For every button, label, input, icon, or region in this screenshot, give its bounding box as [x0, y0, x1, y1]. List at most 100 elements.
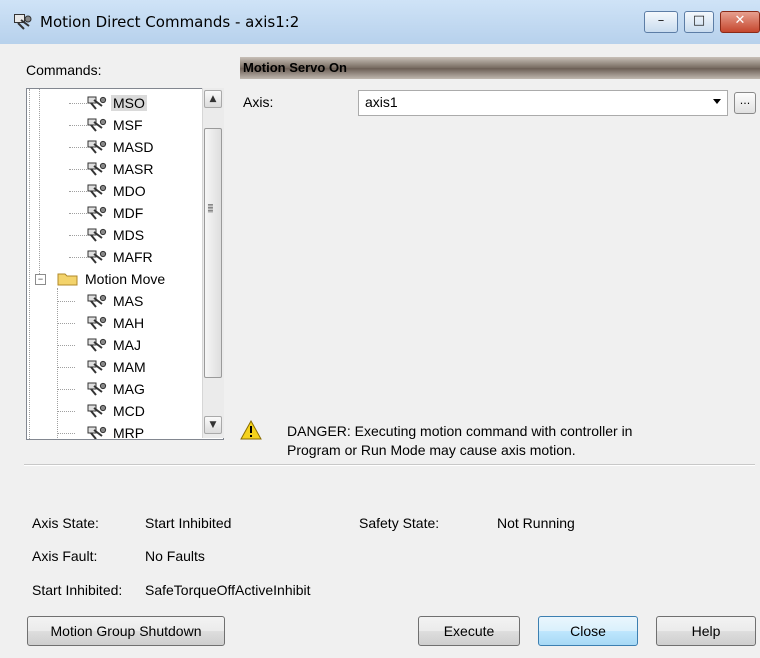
safety-state-value: Not Running: [497, 515, 575, 531]
tree-folder[interactable]: − Motion Move: [27, 268, 203, 290]
tree-item[interactable]: MASD: [27, 136, 203, 158]
tree-item-label: MASR: [113, 161, 154, 177]
motion-command-icon: [87, 162, 107, 176]
tree-item[interactable]: MAM: [27, 356, 203, 378]
collapse-toggle-icon[interactable]: −: [35, 274, 46, 285]
tree-guide-line: [57, 323, 75, 324]
tree-item-label: MASD: [113, 139, 154, 155]
start-inhibited-value: SafeTorqueOffActiveInhibit: [145, 582, 311, 598]
motion-command-icon: [87, 338, 107, 352]
tree-item[interactable]: MDF: [27, 202, 203, 224]
start-inhibited-label: Start Inhibited:: [32, 582, 123, 598]
tree-item[interactable]: MSO: [27, 92, 203, 114]
scroll-thumb[interactable]: [204, 128, 222, 378]
tree-item[interactable]: MAJ: [27, 334, 203, 356]
tree-item[interactable]: MDO: [27, 180, 203, 202]
motion-command-icon: [87, 250, 107, 264]
tree-item-label: MCD: [113, 403, 145, 419]
tree-item-label: MAS: [113, 293, 144, 309]
tree-item-label: Motion Move: [85, 271, 166, 287]
tree-item[interactable]: MAS: [27, 290, 203, 312]
tree-guide-line: [57, 301, 75, 302]
axis-select-value: axis1: [365, 94, 398, 110]
tree-item[interactable]: MAFR: [27, 246, 203, 268]
help-button[interactable]: Help: [656, 616, 756, 646]
tree-item[interactable]: MAG: [27, 378, 203, 400]
window-title: Motion Direct Commands - axis1:2: [40, 13, 300, 31]
separator: [24, 464, 755, 466]
tree-item-label: MDO: [113, 183, 146, 199]
tree-guide-line: [69, 191, 87, 192]
axis-fault-value: No Faults: [145, 548, 205, 564]
motion-command-icon: [87, 294, 107, 308]
tree-item-label: MSF: [113, 117, 143, 133]
dropdown-arrow-icon[interactable]: [713, 99, 721, 104]
tree-scrollbar[interactable]: ▲ ═ ═ ═ ▼: [202, 88, 224, 438]
close-window-button[interactable]: ✕: [720, 11, 760, 33]
safety-state-label: Safety State:: [359, 515, 440, 531]
command-header-title: Motion Servo On: [243, 60, 347, 75]
tree-item[interactable]: MAH: [27, 312, 203, 334]
tree-item-label: MAG: [113, 381, 145, 397]
axis-browse-button[interactable]: ...: [734, 92, 756, 114]
axis-label: Axis:: [243, 94, 274, 110]
motion-command-icon: [14, 14, 32, 30]
tree-guide-line: [57, 345, 75, 346]
tree-guide-line: [69, 125, 87, 126]
motion-group-shutdown-button[interactable]: Motion Group Shutdown: [27, 616, 225, 646]
motion-command-icon: [87, 360, 107, 374]
tree-item[interactable]: MDS: [27, 224, 203, 246]
axis-state-label: Axis State:: [32, 515, 99, 531]
scroll-down-button[interactable]: ▼: [204, 416, 222, 434]
tree-guide-line: [69, 169, 87, 170]
tree-item[interactable]: MCD: [27, 400, 203, 422]
axis-state-value: Start Inhibited: [145, 515, 232, 531]
axis-select[interactable]: axis1: [358, 90, 728, 116]
motion-command-icon: [87, 382, 107, 396]
warning-icon: [240, 420, 262, 440]
tree-guide-line: [69, 213, 87, 214]
axis-fault-label: Axis Fault:: [32, 548, 98, 564]
danger-warning: DANGER: Executing motion command with co…: [287, 422, 632, 460]
tree-guide-line: [69, 235, 87, 236]
motion-command-icon: [87, 228, 107, 242]
warning-line-2: Program or Run Mode may cause axis motio…: [287, 442, 576, 458]
motion-command-icon: [87, 316, 107, 330]
tree-item-label: MDS: [113, 227, 145, 243]
close-icon: ✕: [734, 13, 746, 28]
title-bar: Motion Direct Commands - axis1:2 – □ ✕: [0, 0, 760, 44]
commands-tree[interactable]: MSO MSF MASD MASR MDO MDF MDS MAFR − Motion Move M…: [26, 88, 224, 440]
tree-item-label: MAH: [113, 315, 145, 331]
motion-command-icon: [87, 118, 107, 132]
minimize-button[interactable]: –: [644, 11, 678, 33]
scroll-up-button[interactable]: ▲: [204, 90, 222, 108]
tree-guide-line: [69, 103, 87, 104]
maximize-button[interactable]: □: [684, 11, 714, 33]
tree-guide-line: [57, 433, 75, 434]
tree-item[interactable]: MSF: [27, 114, 203, 136]
command-header: Motion Servo On: [240, 57, 760, 79]
commands-label: Commands:: [26, 62, 102, 78]
tree-guide-line: [57, 288, 58, 439]
tree-item-label: MDF: [113, 205, 144, 221]
maximize-icon: □: [692, 13, 706, 28]
tree-item-label: MAJ: [113, 337, 141, 353]
motion-command-icon: [87, 184, 107, 198]
motion-command-icon: [87, 140, 107, 154]
tree-guide-line: [57, 367, 75, 368]
tree-guide-line: [69, 257, 87, 258]
motion-command-icon: [87, 404, 107, 418]
tree-item-label: MRP: [113, 425, 145, 440]
tree-guide-line: [57, 389, 75, 390]
scroll-grip-icon: ═ ═ ═: [208, 201, 213, 216]
tree-item-label: MAFR: [113, 249, 153, 265]
motion-command-icon: [87, 426, 107, 439]
close-button[interactable]: Close: [538, 616, 638, 646]
tree-item[interactable]: MRP: [27, 422, 203, 440]
tree-item-label: MSO: [111, 95, 147, 111]
motion-command-icon: [87, 206, 107, 220]
tree-item-label: MAM: [113, 359, 146, 375]
tree-guide-line: [69, 147, 87, 148]
execute-button[interactable]: Execute: [418, 616, 520, 646]
tree-item[interactable]: MASR: [27, 158, 203, 180]
